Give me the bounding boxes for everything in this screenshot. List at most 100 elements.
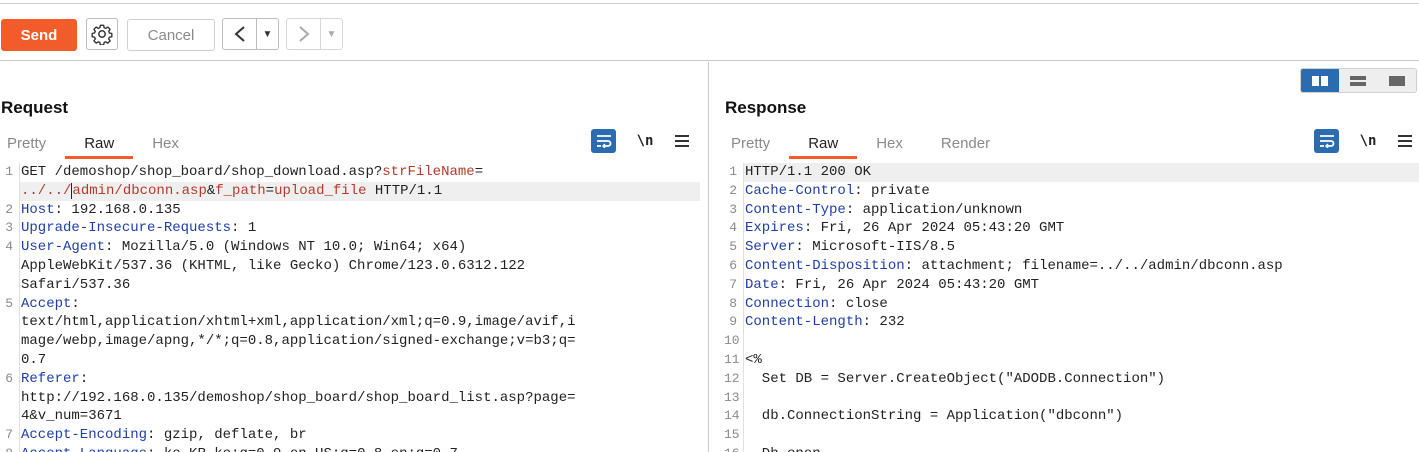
line-number: 5 xyxy=(729,239,737,255)
line-number xyxy=(0,332,19,351)
code-text: Upgrade-Insecure-Requests: 1 xyxy=(19,219,700,239)
code-text xyxy=(743,426,1419,445)
hamburger-menu-icon xyxy=(675,135,689,137)
history-forward-button[interactable] xyxy=(287,19,321,49)
response-tab-raw[interactable]: Raw xyxy=(789,129,858,159)
line-number: 5 xyxy=(5,295,13,311)
header-name: Accept xyxy=(21,295,72,312)
code-text: AppleWebKit/537.36 (KHTML, like Gecko) C… xyxy=(19,256,700,276)
response-code-line: 12 Set DB = Server.CreateObject("ADODB.C… xyxy=(724,369,1419,389)
response-code-line: 16 Db.open xyxy=(724,444,1419,452)
line-number xyxy=(0,257,19,276)
gear-icon xyxy=(91,24,113,45)
code-text: Date: Fri, 26 Apr 2024 05:43:20 GMT xyxy=(743,275,1419,295)
response-editor[interactable]: 1 HTTP/1.1 200 OK 2 Cache-Control: private 3… xyxy=(724,163,1419,452)
code-text: ../../admin/dbconn.asp&f_path=upload_fil… xyxy=(19,181,700,201)
request-wrap-button[interactable] xyxy=(591,129,616,153)
code-text: Connection: close xyxy=(743,294,1419,314)
code-text: text/html,application/xhtml+xml,applicat… xyxy=(19,313,700,333)
header-name: Upgrade-Insecure-Requests xyxy=(21,220,232,237)
request-code-line: mage/webp,image/apng,*/*;q=0.8,applicati… xyxy=(0,332,700,351)
request-code-line: 7 Accept-Encoding: gzip, deflate, br xyxy=(0,426,700,445)
response-tab-pretty[interactable]: Pretty xyxy=(731,129,770,159)
chevron-right-icon xyxy=(298,26,310,42)
code-segment: : attachment; filename=../../admin/dbcon… xyxy=(904,257,1283,274)
line-number: 1 xyxy=(5,164,13,179)
request-menu-button[interactable] xyxy=(672,135,692,147)
code-segment: : close xyxy=(829,295,888,312)
header-name: Accept-Language xyxy=(21,446,147,452)
code-segment: Db.open xyxy=(745,446,821,452)
code-text: Set DB = Server.CreateObject("ADODB.Conn… xyxy=(743,369,1419,389)
response-tab-hex[interactable]: Hex xyxy=(876,129,903,159)
request-newline-toggle[interactable]: \n xyxy=(632,133,658,149)
code-text: Accept: xyxy=(19,294,700,314)
request-tab-hex[interactable]: Hex xyxy=(152,129,179,159)
horizontal-view-icon xyxy=(1350,75,1367,86)
param-value: strFileName xyxy=(382,164,475,180)
response-code-line: 7 Date: Fri, 26 Apr 2024 05:43:20 GMT xyxy=(724,275,1419,295)
request-editor-tools: \n xyxy=(591,128,692,154)
code-text: mage/webp,image/apng,*/*;q=0.8,applicati… xyxy=(19,332,700,351)
line-number: 8 xyxy=(0,445,19,452)
line-number: 4 xyxy=(729,220,737,236)
response-code-line: 3 Content-Type: application/unknown xyxy=(724,200,1419,220)
code-text: Cache-Control: private xyxy=(743,181,1419,201)
line-number: 11 xyxy=(724,351,740,367)
code-text: http://192.168.0.135/demoshop/shop_board… xyxy=(19,388,700,408)
code-segment: 4&v_num=3671 xyxy=(21,408,122,425)
history-back-button[interactable] xyxy=(223,19,257,49)
line-number: 12 xyxy=(724,370,740,386)
response-code-line: 13 xyxy=(724,388,1419,408)
line-number: 7 xyxy=(5,427,13,443)
history-forward-dropdown[interactable]: ▼ xyxy=(321,29,342,40)
request-tab-pretty[interactable]: Pretty xyxy=(7,129,46,159)
header-name: Content-Type xyxy=(745,201,846,218)
cancel-button[interactable]: Cancel xyxy=(127,19,215,51)
response-newline-toggle[interactable]: \n xyxy=(1355,133,1381,149)
request-editor[interactable]: 1 GET /demoshop/shop_board/shop_download.… xyxy=(0,163,700,452)
code-text: db.ConnectionString = Application("dbcon… xyxy=(743,407,1419,427)
settings-button[interactable] xyxy=(86,18,118,50)
code-text: Server: Microsoft-IIS/8.5 xyxy=(743,238,1419,257)
code-text xyxy=(743,332,1419,351)
send-button[interactable]: Send xyxy=(1,19,77,51)
code-text: 0.7 xyxy=(19,350,700,370)
line-number xyxy=(0,276,19,295)
pane-splitter[interactable] xyxy=(708,62,709,452)
code-text: Expires: Fri, 26 Apr 2024 05:43:20 GMT xyxy=(743,219,1419,239)
response-tab-render[interactable]: Render xyxy=(941,129,990,159)
code-segment: GET /demoshop/shop_board/shop_download.a… xyxy=(21,164,383,180)
code-text: Accept-Encoding: gzip, deflate, br xyxy=(19,426,700,445)
line-number xyxy=(0,351,19,370)
code-segment: db.ConnectionString = Application("dbcon… xyxy=(745,408,1124,425)
code-segment: : Microsoft-IIS/8.5 xyxy=(795,239,956,256)
code-text: Host: 192.168.0.135 xyxy=(19,200,700,220)
response-menu-button[interactable] xyxy=(1395,135,1415,147)
code-segment: : Mozilla/5.0 (Windows NT 10.0; Win64; x… xyxy=(105,239,467,256)
line-number: 3 xyxy=(729,201,737,217)
layout-horizontal-button[interactable] xyxy=(1339,69,1378,92)
code-text: HTTP/1.1 200 OK xyxy=(743,163,1419,182)
response-code-line: 8 Connection: close xyxy=(724,294,1419,314)
line-number: 15 xyxy=(724,427,740,443)
code-text xyxy=(743,388,1419,408)
line-number: 16 xyxy=(724,445,743,452)
code-text: Content-Length: 232 xyxy=(743,313,1419,333)
request-code-line: 5 Accept: xyxy=(0,294,700,314)
line-number: 2 xyxy=(5,201,13,217)
line-number: 3 xyxy=(5,220,13,236)
header-name: Referer xyxy=(21,370,80,387)
code-segment: : private xyxy=(854,182,930,199)
code-segment: : 232 xyxy=(862,314,905,331)
layout-split-button[interactable] xyxy=(1301,69,1340,92)
code-text: <% xyxy=(743,350,1419,370)
history-back-dropdown[interactable]: ▼ xyxy=(257,29,278,40)
response-wrap-button[interactable] xyxy=(1314,129,1339,153)
request-tab-raw[interactable]: Raw xyxy=(65,129,134,159)
param-value: ../../ xyxy=(21,182,72,199)
header-name: Host xyxy=(21,201,55,218)
line-number xyxy=(0,389,19,408)
code-segment: & xyxy=(206,182,216,199)
layout-single-button[interactable] xyxy=(1377,69,1416,92)
